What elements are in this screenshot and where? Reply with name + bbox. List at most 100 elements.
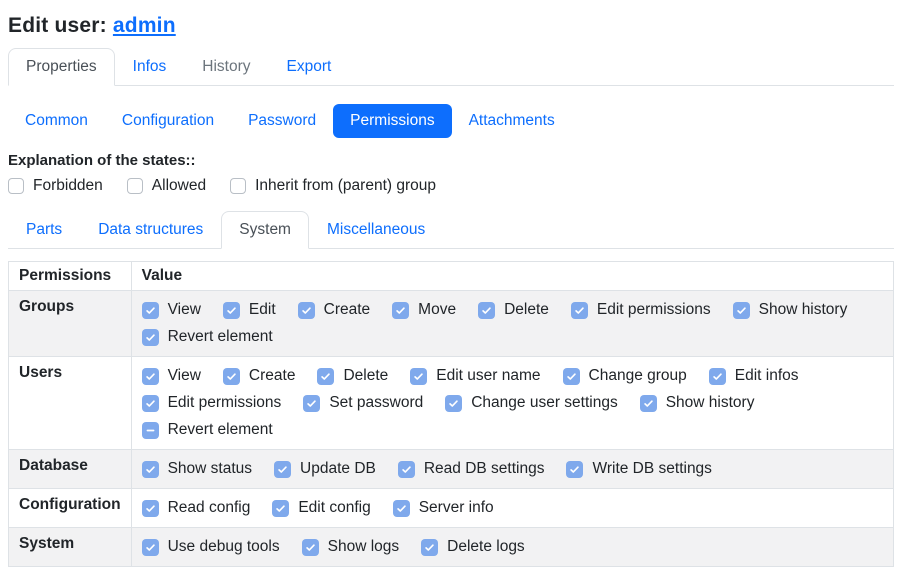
permission-system-show-logs[interactable]: Show logs xyxy=(302,538,400,556)
state-option-label: Allowed xyxy=(152,177,206,195)
groups-create-checkbox-checked[interactable] xyxy=(298,302,315,319)
groups-delete-checkbox-checked[interactable] xyxy=(478,302,495,319)
groups-view-checkbox-checked[interactable] xyxy=(142,302,159,319)
users-change-user-settings-checkbox-checked[interactable] xyxy=(445,395,462,412)
permission-line: Read config Edit config Server info xyxy=(142,496,883,520)
permission-database-read-db-settings[interactable]: Read DB settings xyxy=(398,460,545,478)
permission-users-set-password[interactable]: Set password xyxy=(303,394,423,412)
state-inherit-from-parent-group-checkbox-unchecked[interactable] xyxy=(230,178,246,194)
state-allowed-checkbox-unchecked[interactable] xyxy=(127,178,143,194)
database-read-db-settings-checkbox-checked[interactable] xyxy=(398,461,415,478)
permission-label: Write DB settings xyxy=(592,460,711,478)
check-icon xyxy=(413,371,424,382)
subtab-configuration[interactable]: Configuration xyxy=(105,104,231,138)
permission-label: Show history xyxy=(759,301,848,319)
permission-groups-revert-element[interactable]: Revert element xyxy=(142,328,273,346)
tab-infos[interactable]: Infos xyxy=(115,48,185,86)
permission-groups-edit[interactable]: Edit xyxy=(223,301,276,319)
permission-line: View Create Delete Edit user name Change gro… xyxy=(142,364,883,388)
permission-label: Edit permissions xyxy=(168,394,282,412)
permission-database-show-status[interactable]: Show status xyxy=(142,460,252,478)
groups-show-history-checkbox-checked[interactable] xyxy=(733,302,750,319)
permission-label: Update DB xyxy=(300,460,376,478)
permission-configuration-read-config[interactable]: Read config xyxy=(142,499,251,517)
section-tab-parts[interactable]: Parts xyxy=(8,211,80,249)
permission-users-change-user-settings[interactable]: Change user settings xyxy=(445,394,617,412)
permission-system-delete-logs[interactable]: Delete logs xyxy=(421,538,525,556)
users-edit-infos-checkbox-checked[interactable] xyxy=(709,368,726,385)
permission-label: Show logs xyxy=(328,538,400,556)
state-option-label: Inherit from (parent) group xyxy=(255,177,436,195)
permission-users-edit-infos[interactable]: Edit infos xyxy=(709,367,799,385)
tab-history[interactable]: History xyxy=(184,48,268,86)
users-delete-checkbox-checked[interactable] xyxy=(317,368,334,385)
permission-label: Show history xyxy=(666,394,755,412)
header-value: Value xyxy=(131,262,893,291)
configuration-server-info-checkbox-checked[interactable] xyxy=(393,500,410,517)
subtab-common[interactable]: Common xyxy=(8,104,105,138)
system-delete-logs-checkbox-checked[interactable] xyxy=(421,539,438,556)
users-change-group-checkbox-checked[interactable] xyxy=(563,368,580,385)
groups-edit-checkbox-checked[interactable] xyxy=(223,302,240,319)
permission-database-write-db-settings[interactable]: Write DB settings xyxy=(566,460,711,478)
page-title: Edit user: admin xyxy=(8,14,894,38)
permission-configuration-edit-config[interactable]: Edit config xyxy=(272,499,370,517)
users-view-checkbox-checked[interactable] xyxy=(142,368,159,385)
users-revert-element-checkbox-indeterminate[interactable] xyxy=(142,422,159,439)
user-link[interactable]: admin xyxy=(113,14,176,37)
page-container: Edit user: admin PropertiesInfosHistoryE… xyxy=(0,0,906,567)
subtab-permissions[interactable]: Permissions xyxy=(333,104,451,138)
users-set-password-checkbox-checked[interactable] xyxy=(303,395,320,412)
state-option-forbidden[interactable]: Forbidden xyxy=(8,177,103,195)
permission-users-view[interactable]: View xyxy=(142,367,201,385)
permission-groups-delete[interactable]: Delete xyxy=(478,301,549,319)
permission-database-update-db[interactable]: Update DB xyxy=(274,460,376,478)
tab-properties[interactable]: Properties xyxy=(8,48,115,86)
permission-groups-move[interactable]: Move xyxy=(392,301,456,319)
database-write-db-settings-checkbox-checked[interactable] xyxy=(566,461,583,478)
groups-revert-element-checkbox-checked[interactable] xyxy=(142,329,159,346)
system-use-debug-tools-checkbox-checked[interactable] xyxy=(142,539,159,556)
permission-users-edit-user-name[interactable]: Edit user name xyxy=(410,367,540,385)
check-icon xyxy=(301,305,312,316)
database-show-status-checkbox-checked[interactable] xyxy=(142,461,159,478)
check-icon xyxy=(145,332,156,343)
section-tab-data-structures[interactable]: Data structures xyxy=(80,211,221,249)
system-show-logs-checkbox-checked[interactable] xyxy=(302,539,319,556)
state-forbidden-checkbox-unchecked[interactable] xyxy=(8,178,24,194)
permission-label: Change user settings xyxy=(471,394,617,412)
users-create-checkbox-checked[interactable] xyxy=(223,368,240,385)
permission-groups-show-history[interactable]: Show history xyxy=(733,301,848,319)
configuration-edit-config-checkbox-checked[interactable] xyxy=(272,500,289,517)
section-tab-miscellaneous[interactable]: Miscellaneous xyxy=(309,211,443,249)
permission-groups-edit-permissions[interactable]: Edit permissions xyxy=(571,301,711,319)
subtab-attachments[interactable]: Attachments xyxy=(452,104,572,138)
sub-tabs: CommonConfigurationPasswordPermissionsAt… xyxy=(8,104,894,138)
permission-label: Delete xyxy=(504,301,549,319)
groups-move-checkbox-checked[interactable] xyxy=(392,302,409,319)
state-option-allowed[interactable]: Allowed xyxy=(127,177,206,195)
users-edit-user-name-checkbox-checked[interactable] xyxy=(410,368,427,385)
permission-users-edit-permissions[interactable]: Edit permissions xyxy=(142,394,282,412)
subtab-password[interactable]: Password xyxy=(231,104,333,138)
permission-groups-view[interactable]: View xyxy=(142,301,201,319)
permission-users-revert-element[interactable]: Revert element xyxy=(142,421,273,439)
permission-users-delete[interactable]: Delete xyxy=(317,367,388,385)
permission-users-change-group[interactable]: Change group xyxy=(563,367,687,385)
permission-system-use-debug-tools[interactable]: Use debug tools xyxy=(142,538,280,556)
permission-users-create[interactable]: Create xyxy=(223,367,296,385)
row-category: Configuration xyxy=(9,489,132,528)
users-edit-permissions-checkbox-checked[interactable] xyxy=(142,395,159,412)
state-option-inherit-from-parent-group[interactable]: Inherit from (parent) group xyxy=(230,177,436,195)
permission-configuration-server-info[interactable]: Server info xyxy=(393,499,494,517)
check-icon xyxy=(643,398,654,409)
configuration-read-config-checkbox-checked[interactable] xyxy=(142,500,159,517)
database-update-db-checkbox-checked[interactable] xyxy=(274,461,291,478)
users-show-history-checkbox-checked[interactable] xyxy=(640,395,657,412)
groups-edit-permissions-checkbox-checked[interactable] xyxy=(571,302,588,319)
section-tab-system[interactable]: System xyxy=(221,211,309,249)
check-icon xyxy=(569,464,580,475)
tab-export[interactable]: Export xyxy=(269,48,350,86)
permission-users-show-history[interactable]: Show history xyxy=(640,394,755,412)
permission-groups-create[interactable]: Create xyxy=(298,301,371,319)
